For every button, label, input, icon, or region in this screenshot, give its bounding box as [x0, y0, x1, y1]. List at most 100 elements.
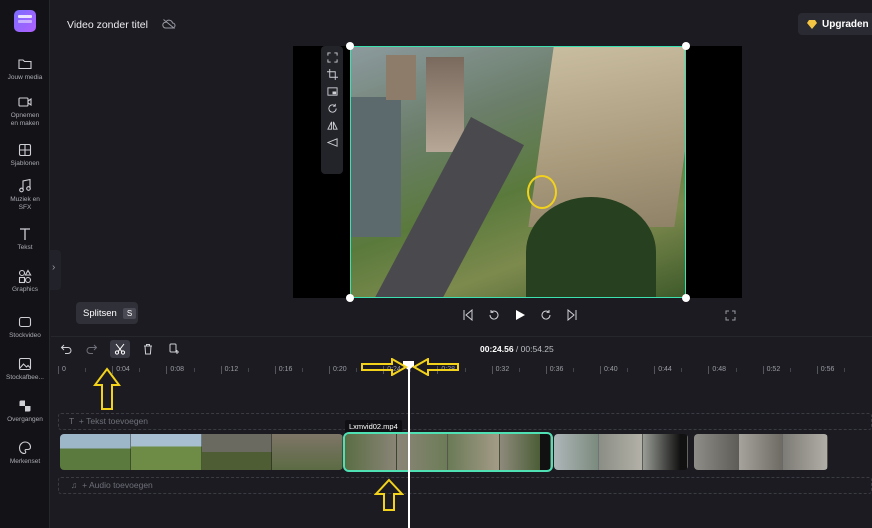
folder-icon [18, 59, 32, 70]
ruler-tick-label: 0:40 [600, 366, 618, 374]
ruler-minor-tick [464, 368, 466, 372]
ruler-minor-tick [247, 368, 249, 372]
sidebar-item-label: Stockafbee... [6, 374, 44, 381]
fit-icon[interactable] [326, 52, 338, 63]
pip-icon[interactable] [326, 86, 338, 97]
sidebar-item-label: Merkenset [9, 458, 41, 465]
camera-icon [18, 97, 32, 107]
sidebar-item-stock-images[interactable]: Stockafbee... [0, 356, 50, 382]
templates-icon [18, 143, 32, 157]
forward-5-icon[interactable] [540, 309, 552, 321]
video-clip-selected[interactable] [343, 432, 553, 472]
resize-handle-top-right[interactable] [682, 42, 690, 50]
video-clip-3[interactable] [554, 434, 688, 470]
skip-back-icon[interactable] [462, 309, 474, 321]
sidebar-item-label: Overgangen [7, 416, 43, 423]
sidebar-item-stock-video[interactable]: Stockvideo [0, 314, 50, 340]
ruler-tick-label: 0 [58, 366, 66, 374]
text-track-icon: T [69, 416, 79, 426]
duplicate-button[interactable] [166, 341, 182, 357]
video-track [60, 432, 872, 472]
scissors-icon [114, 343, 126, 355]
flip-horizontal-icon[interactable] [326, 120, 338, 131]
ruler-tick-label: 0:36 [545, 366, 564, 374]
ruler-tick-label: 0:20 [329, 366, 347, 374]
ruler-tick-label: 0:56 [816, 366, 835, 374]
sidebar-item-label: Graphics [11, 286, 38, 293]
time-ruler[interactable]: 0 0:04 0:08 0:12 0:16 0:20 0:24 0:28 0:32 0:36 0:4… [58, 364, 872, 378]
player-controls [462, 306, 578, 324]
tooltip-shortcut: S [122, 307, 137, 319]
delete-button[interactable] [140, 341, 156, 357]
music-note-icon: ♫ [71, 480, 83, 490]
ruler-tick-label: 0:48 [708, 366, 727, 374]
annotation-arrow-up-clip [374, 478, 404, 511]
upgrade-label: Upgraden [822, 18, 869, 30]
timecode: 00:24.56 / 00:54.25 [480, 344, 554, 354]
sidebar-item-media[interactable]: Jouw media [0, 56, 50, 82]
ruler-minor-tick [627, 368, 629, 372]
resize-handle-bottom-left[interactable] [346, 294, 354, 302]
duplicate-icon [169, 343, 179, 354]
sidebar-item-text[interactable]: Tekst [0, 226, 50, 252]
brand-kit-icon [18, 441, 32, 455]
undo-button[interactable] [58, 341, 74, 357]
ruler-minor-tick [356, 368, 358, 372]
video-clip-1[interactable] [60, 434, 343, 470]
sidebar: Jouw media Opnemen en maken Sjablonen Mu… [0, 0, 50, 528]
app-logo[interactable] [14, 10, 36, 32]
crop-icon[interactable] [326, 69, 338, 80]
split-tooltip: Splitsen S [76, 302, 138, 324]
video-preview[interactable] [350, 46, 686, 298]
resize-handle-bottom-right[interactable] [682, 294, 690, 302]
music-icon [19, 178, 31, 193]
split-button[interactable] [110, 340, 130, 358]
sidebar-item-graphics[interactable]: Graphics [0, 268, 50, 294]
ruler-tick-label: 0:16 [274, 366, 293, 374]
sidebar-item-templates[interactable]: Sjablonen [0, 142, 50, 168]
time-separator: / [513, 344, 521, 354]
sidebar-item-label: Jouw media [7, 74, 43, 81]
transitions-icon [19, 400, 31, 412]
sidebar-item-music[interactable]: Muziek en SFX [0, 178, 50, 212]
resize-handle-top-left[interactable] [346, 42, 354, 50]
time-total: 00:54.25 [520, 344, 554, 354]
ruler-minor-tick [843, 368, 845, 372]
timeline-toolbar [58, 340, 182, 358]
shapes-icon [18, 269, 32, 284]
app-window: Jouw media Opnemen en maken Sjablonen Mu… [0, 0, 872, 528]
ruler-minor-tick [193, 368, 195, 372]
panel-collapse-toggle[interactable] [49, 250, 61, 290]
stock-image-icon [18, 357, 32, 371]
preview-toolbar [321, 46, 343, 174]
upgrade-button[interactable]: Upgraden [798, 13, 872, 35]
flip-vertical-icon[interactable] [326, 137, 338, 148]
video-clip-4[interactable] [694, 434, 828, 470]
ruler-tick-label: 0:12 [220, 366, 239, 374]
sidebar-item-brand-kit[interactable]: Merkenset [0, 440, 50, 466]
sidebar-item-label: Muziek en SFX [10, 196, 40, 211]
audio-track-label: + Audio toevoegen [82, 480, 153, 490]
ruler-minor-tick [735, 368, 737, 372]
play-icon[interactable] [514, 309, 526, 321]
ruler-minor-tick [301, 368, 303, 372]
ruler-tick-label: 0:32 [491, 366, 510, 374]
tooltip-label: Splitsen [83, 307, 117, 319]
sidebar-item-transitions[interactable]: Overgangen [0, 398, 50, 424]
ruler-tick-label: 0:08 [166, 366, 185, 374]
rewind-5-icon[interactable] [488, 309, 500, 321]
diamond-icon [807, 19, 817, 29]
rotate-icon[interactable] [327, 103, 338, 114]
annotation-arrow-left [412, 358, 459, 376]
ruler-minor-tick [139, 368, 141, 372]
ruler-tick-label: 0:52 [762, 366, 781, 374]
ruler-minor-tick [789, 368, 791, 372]
sidebar-item-record[interactable]: Opnemen en maken [0, 94, 50, 128]
redo-button[interactable] [84, 341, 100, 357]
skip-forward-icon[interactable] [566, 309, 578, 321]
audio-track[interactable]: ♫ + Audio toevoegen [58, 477, 872, 494]
text-track-label: + Tekst toevoegen [78, 416, 148, 426]
project-title[interactable]: Video zonder titel [67, 19, 148, 31]
text-track[interactable]: T + Tekst toevoegen [58, 413, 872, 430]
fullscreen-icon[interactable] [725, 310, 736, 321]
